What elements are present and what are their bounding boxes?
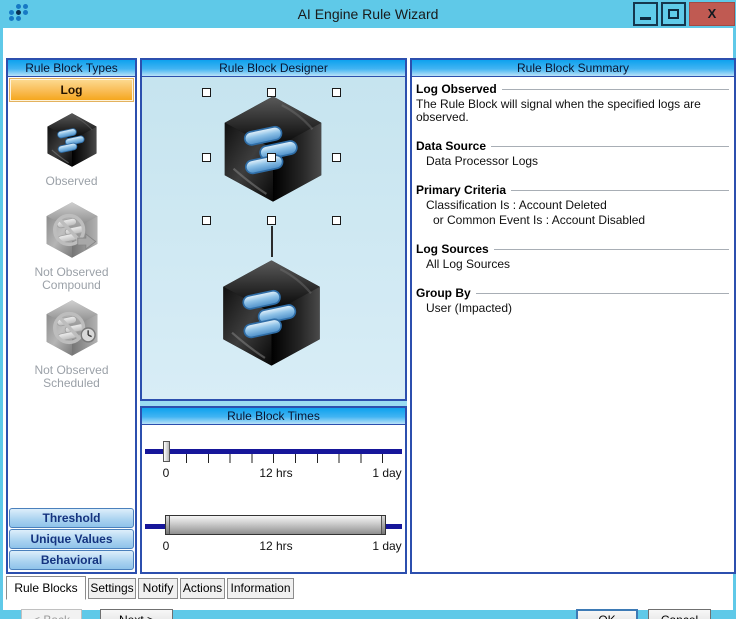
rule-block-types-header: Rule Block Types xyxy=(8,60,135,77)
not-observed-compound-cube-icon xyxy=(34,200,110,260)
rule-block-designer-header: Rule Block Designer xyxy=(142,60,405,77)
type-item-observed[interactable]: Observed xyxy=(8,111,135,188)
rule-block-summary-panel: Rule Block Summary Log Observed The Rule… xyxy=(410,58,736,574)
selection-handle[interactable] xyxy=(267,216,276,225)
section-title: Data Source xyxy=(416,139,486,153)
section-title: Log Sources xyxy=(416,242,489,256)
type-button-threshold[interactable]: Threshold xyxy=(9,508,134,528)
cancel-button[interactable]: Cancel xyxy=(648,609,711,619)
ok-button[interactable]: OK xyxy=(576,609,638,619)
designer-canvas[interactable] xyxy=(142,77,405,399)
tab-rule-blocks[interactable]: Rule Blocks xyxy=(6,576,86,600)
type-item-not-observed-scheduled[interactable]: Not Observed Scheduled xyxy=(8,298,135,390)
section-line: All Log Sources xyxy=(416,258,729,271)
rule-block-node-2[interactable] xyxy=(214,256,329,370)
section-divider xyxy=(491,146,729,147)
close-button[interactable]: X xyxy=(689,2,735,26)
section-line: Classification Is : Account Deleted xyxy=(416,199,729,212)
block-connector-line xyxy=(271,226,273,257)
dialog-client-area: Rule Block Types Log Observed xyxy=(3,28,733,610)
selection-handle[interactable] xyxy=(332,216,341,225)
summary-section-log-observed: Log Observed The Rule Block will signal … xyxy=(416,82,729,124)
time-range-bar[interactable] xyxy=(165,515,386,535)
clock-icon xyxy=(81,328,95,342)
rule-block-node-1[interactable] xyxy=(215,92,331,206)
summary-section-group-by: Group By User (Impacted) xyxy=(416,286,729,315)
rule-block-summary-header: Rule Block Summary xyxy=(412,60,734,77)
rule-block-times-header: Rule Block Times xyxy=(142,408,405,425)
window-title: AI Engine Rule Wizard xyxy=(0,0,736,28)
log-observed-cube-icon xyxy=(36,111,108,169)
time-label: 0 xyxy=(163,466,170,480)
back-button[interactable]: < Back xyxy=(21,609,82,619)
tab-information[interactable]: Information xyxy=(227,578,294,599)
selection-handle[interactable] xyxy=(267,153,276,162)
summary-section-primary-criteria: Primary Criteria Classification Is : Acc… xyxy=(416,183,729,227)
selection-handle[interactable] xyxy=(202,88,211,97)
section-divider xyxy=(511,190,729,191)
minimize-icon xyxy=(640,17,651,20)
rule-block-types-panel: Rule Block Types Log Observed xyxy=(6,58,137,574)
summary-content: Log Observed The Rule Block will signal … xyxy=(412,77,734,315)
time-label: 0 xyxy=(163,539,170,553)
maximize-button[interactable] xyxy=(661,2,686,26)
next-button[interactable]: Next > xyxy=(100,609,173,619)
section-divider xyxy=(494,249,729,250)
section-divider xyxy=(476,293,729,294)
time-label: 1 day xyxy=(372,539,401,553)
section-line: User (Impacted) xyxy=(416,302,729,315)
section-title: Primary Criteria xyxy=(416,183,506,197)
type-item-not-observed-compound[interactable]: Not Observed Compound xyxy=(8,200,135,292)
type-item-label: Observed xyxy=(8,175,135,188)
ai-engine-rule-wizard-window: AI Engine Rule Wizard X Rule Block Types… xyxy=(0,0,736,619)
range-right-handle[interactable] xyxy=(381,516,385,534)
time-label: 1 day xyxy=(372,466,401,480)
time-slider-thumb[interactable] xyxy=(163,441,170,462)
section-line: or Common Event Is : Account Disabled xyxy=(416,214,729,227)
selection-handle[interactable] xyxy=(332,88,341,97)
selection-handle[interactable] xyxy=(332,153,341,162)
time-label: 12 hrs xyxy=(259,466,292,480)
minimize-button[interactable] xyxy=(633,2,658,26)
type-button-behavioral[interactable]: Behavioral xyxy=(9,550,134,570)
section-line: Data Processor Logs xyxy=(416,155,729,168)
section-title: Group By xyxy=(416,286,471,300)
summary-section-log-sources: Log Sources All Log Sources xyxy=(416,242,729,271)
type-button-log-selected[interactable]: Log xyxy=(10,79,133,101)
tab-actions[interactable]: Actions xyxy=(180,578,225,599)
type-item-label: Compound xyxy=(8,279,135,292)
times-canvas: 0 12 hrs 1 day 0 12 hrs 1 day xyxy=(142,425,405,571)
tab-notify[interactable]: Notify xyxy=(138,578,178,599)
time-slider-ticks xyxy=(186,454,386,463)
type-item-label: Scheduled xyxy=(8,377,135,390)
section-title: Log Observed xyxy=(416,82,497,96)
section-line: The Rule Block will signal when the spec… xyxy=(416,98,729,124)
not-observed-scheduled-cube-icon xyxy=(34,298,110,358)
summary-section-data-source: Data Source Data Processor Logs xyxy=(416,139,729,168)
type-button-unique-values[interactable]: Unique Values xyxy=(9,529,134,549)
time-label: 12 hrs xyxy=(259,539,292,553)
range-left-handle[interactable] xyxy=(166,516,170,534)
tab-settings[interactable]: Settings xyxy=(88,578,136,599)
section-divider xyxy=(502,89,729,90)
maximize-icon xyxy=(668,9,679,19)
selection-handle[interactable] xyxy=(202,216,211,225)
title-bar: AI Engine Rule Wizard X xyxy=(0,0,736,28)
type-category-buttons: Threshold Unique Values Behavioral xyxy=(8,507,135,571)
rule-block-times-panel: Rule Block Times 0 12 hrs 1 day 0 12 hrs… xyxy=(140,406,407,574)
selection-handle[interactable] xyxy=(202,153,211,162)
rule-block-designer-panel: Rule Block Designer xyxy=(140,58,407,401)
